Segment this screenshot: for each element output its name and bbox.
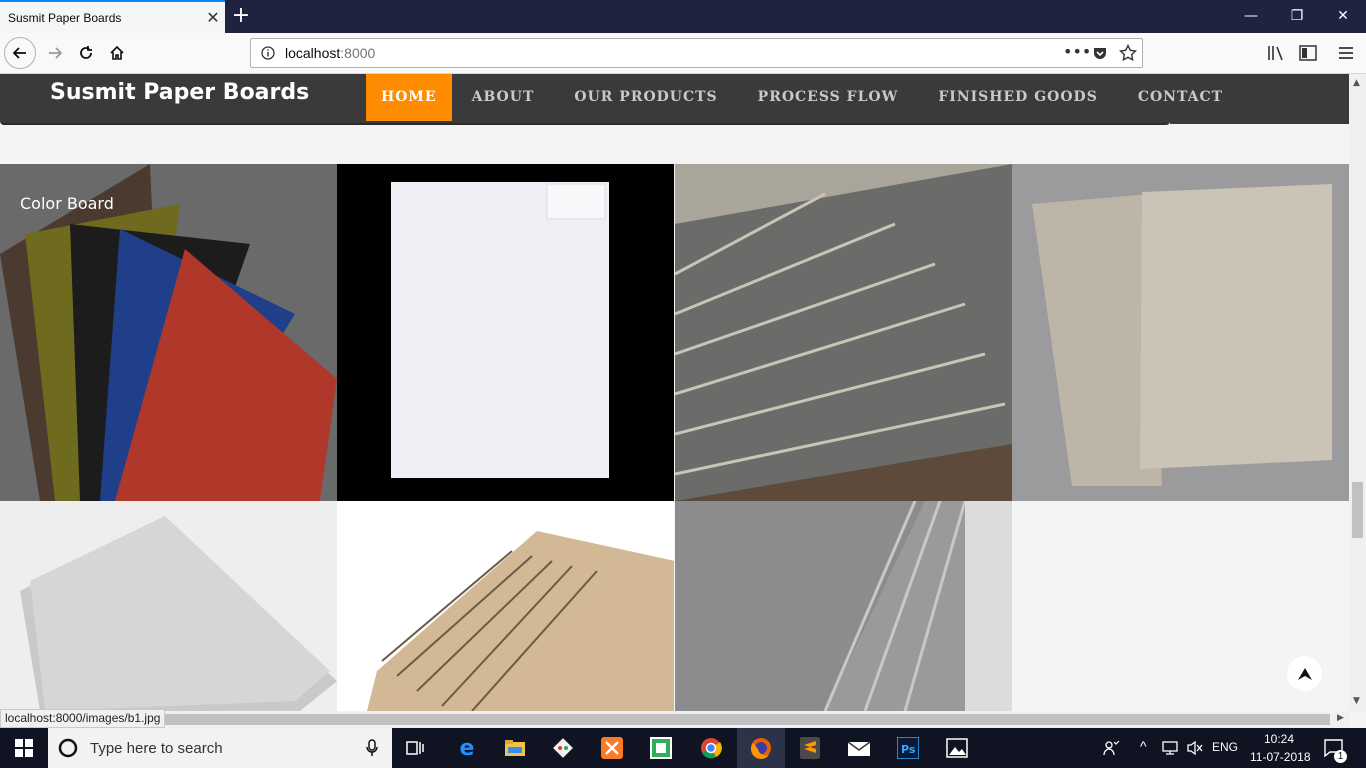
show-hidden-icons-icon[interactable]: ^	[1140, 738, 1147, 754]
menu-finished-goods[interactable]: FINISHED GOODS	[918, 74, 1117, 121]
url-bar[interactable]: localhost:8000 •••	[250, 38, 1143, 68]
light-grey-board-image	[0, 501, 337, 711]
sidebar-icon[interactable]	[1299, 45, 1317, 61]
url-text: localhost:8000	[285, 45, 375, 61]
people-icon[interactable]	[1102, 739, 1120, 757]
close-tab-icon[interactable]: ✕	[201, 8, 225, 27]
chrome-icon[interactable]	[687, 728, 735, 768]
search-placeholder: Type here to search	[90, 739, 223, 757]
grey-sheets-image	[675, 501, 1012, 711]
browser-tab-bar: Susmit Paper Boards ✕ + — ❐ ✕	[0, 0, 1366, 33]
info-icon[interactable]	[261, 46, 275, 60]
gallery-item-kraft-board[interactable]	[337, 501, 674, 711]
home-icon[interactable]	[102, 38, 132, 68]
reload-icon[interactable]	[71, 38, 101, 68]
cortana-icon	[58, 738, 78, 758]
gallery-item-light-grey-board[interactable]	[0, 501, 337, 711]
xampp-icon[interactable]	[588, 728, 636, 768]
firefox-icon[interactable]	[737, 728, 785, 768]
start-button[interactable]	[0, 728, 48, 768]
sublime-text-icon[interactable]	[786, 728, 834, 768]
svg-text:Ps: Ps	[901, 743, 916, 756]
status-bar-url: localhost:8000/images/b1.jpg	[0, 709, 166, 728]
menu-our-products[interactable]: OUR PRODUCTS	[554, 74, 737, 121]
gallery-item-grey-sheets[interactable]	[675, 501, 1012, 711]
minimize-icon[interactable]: —	[1228, 0, 1274, 33]
url-port: :8000	[340, 45, 376, 61]
white-board-image	[337, 164, 674, 501]
color-board-image	[0, 164, 337, 501]
url-host: localhost	[285, 45, 341, 61]
git-icon[interactable]	[539, 728, 587, 768]
vertical-scroll-thumb[interactable]	[1352, 482, 1363, 538]
scroll-up-icon[interactable]: ▲	[1353, 78, 1360, 88]
back-icon[interactable]	[4, 37, 36, 69]
scroll-right-icon[interactable]: ▶	[1337, 713, 1344, 723]
menu-about[interactable]: ABOUT	[452, 74, 555, 121]
bookmark-star-icon[interactable]	[1119, 44, 1137, 62]
gallery-item-color-board[interactable]: Color Board	[0, 164, 337, 501]
restore-icon[interactable]: ❐	[1274, 0, 1320, 33]
page-actions-icon[interactable]: •••	[1063, 42, 1091, 61]
input-language[interactable]: ENG	[1212, 740, 1238, 754]
windows-logo-icon	[15, 739, 33, 757]
network-icon[interactable]	[1162, 740, 1182, 756]
vertical-scrollbar[interactable]: ▲ ▼	[1349, 74, 1366, 711]
spreadsheet-icon[interactable]	[637, 728, 685, 768]
close-window-icon[interactable]: ✕	[1320, 0, 1366, 33]
site-brand[interactable]: Susmit Paper Boards	[50, 80, 309, 105]
horizontal-scrollbar[interactable]: ▶	[0, 711, 1349, 728]
volume-muted-icon[interactable]	[1186, 740, 1204, 756]
menu-process-flow[interactable]: PROCESS FLOW	[738, 74, 919, 121]
new-tab-icon[interactable]: +	[228, 3, 254, 29]
gallery-caption: Color Board	[20, 194, 114, 213]
browser-tab[interactable]: Susmit Paper Boards ✕	[0, 0, 225, 33]
gallery-item-grey-board[interactable]	[675, 164, 1012, 501]
mail-icon[interactable]	[835, 728, 883, 768]
taskbar-search[interactable]: Type here to search	[48, 728, 392, 768]
gallery-item-white-board[interactable]	[337, 164, 674, 501]
photoshop-icon[interactable]: Ps	[884, 728, 932, 768]
textured-board-image	[1012, 164, 1349, 501]
library-icon[interactable]	[1267, 45, 1285, 61]
clock-date[interactable]: 11-07-2018	[1250, 750, 1311, 764]
microphone-icon[interactable]	[366, 739, 378, 757]
grey-board-image	[675, 164, 1012, 501]
clock-time[interactable]: 10:24	[1264, 732, 1294, 746]
file-explorer-icon[interactable]	[491, 728, 539, 768]
arrow-up-icon	[1297, 667, 1312, 680]
horizontal-scroll-thumb[interactable]	[160, 714, 1330, 725]
menu-contact[interactable]: CONTACT	[1118, 74, 1243, 121]
menu-home[interactable]: HOME	[366, 74, 452, 121]
gallery-item-textured-board[interactable]	[1012, 164, 1349, 501]
kraft-board-image	[337, 501, 674, 711]
task-view-icon[interactable]	[392, 728, 440, 768]
tab-title: Susmit Paper Boards	[8, 10, 122, 25]
scroll-down-icon[interactable]: ▼	[1353, 696, 1360, 706]
forward-icon[interactable]	[40, 38, 70, 68]
hamburger-menu-icon[interactable]	[1338, 45, 1354, 61]
notification-count-badge: 1	[1334, 750, 1347, 763]
pocket-icon[interactable]	[1092, 45, 1108, 61]
photos-icon[interactable]	[933, 728, 981, 768]
main-menu: HOME ABOUT OUR PRODUCTS PROCESS FLOW FIN…	[366, 74, 1243, 121]
edge-icon[interactable]: e	[443, 728, 491, 768]
scroll-to-top-button[interactable]	[1287, 656, 1322, 691]
browser-toolbar: localhost:8000 •••	[0, 33, 1366, 74]
